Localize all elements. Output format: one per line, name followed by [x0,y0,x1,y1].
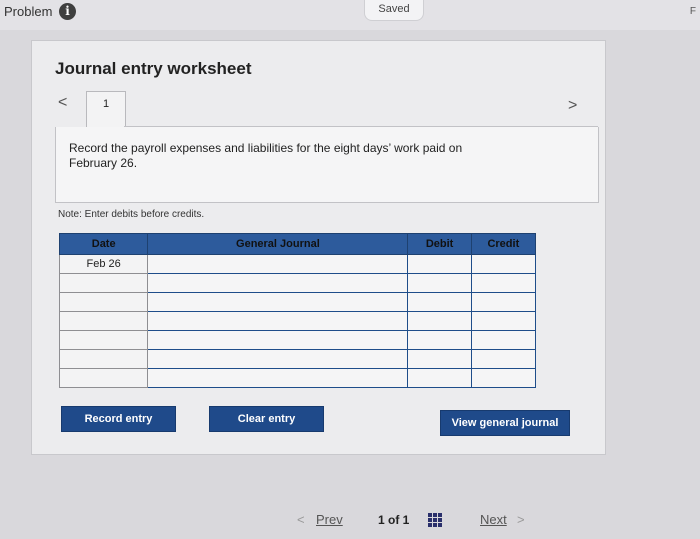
edge-glyph: F [689,6,696,17]
table-row [58,273,537,293]
prompt-text: Record the payroll expenses and liabilit… [69,141,463,170]
table-row [58,311,537,331]
credit-input[interactable] [470,311,537,331]
pagination: < Prev 1 of 1 Next > [0,508,700,534]
table-header-row: Date General Journal Debit Credit [58,233,537,255]
debit-input[interactable] [407,254,472,274]
date-cell [58,368,149,388]
account-input[interactable] [147,330,409,350]
credit-input[interactable] [470,292,537,312]
date-cell: Feb 26 [58,254,149,274]
table-row [58,330,537,350]
header-credit: Credit [470,233,537,255]
record-entry-button[interactable]: Record entry [61,406,176,432]
table-row [58,368,537,388]
clear-entry-button[interactable]: Clear entry [209,406,324,432]
date-cell [58,311,149,331]
debit-input[interactable] [407,273,472,293]
credit-input[interactable] [470,273,537,293]
worksheet-prev-arrow[interactable]: < [58,94,67,112]
date-cell [58,330,149,350]
page-count: 1 of 1 [378,513,410,527]
date-cell [58,273,149,293]
account-input[interactable] [147,368,409,388]
tab-entry-1[interactable]: 1 [86,91,126,127]
header-general-journal: General Journal [147,233,409,255]
info-icon[interactable]: i [59,3,76,20]
note-text: Note: Enter debits before credits. [58,209,205,220]
header-date: Date [58,233,149,255]
chevron-right-icon: > [517,512,525,527]
date-cell [58,292,149,312]
debit-input[interactable] [407,330,472,350]
header-debit: Debit [407,233,472,255]
view-general-journal-button[interactable]: View general journal [440,410,570,436]
date-cell [58,349,149,369]
debit-input[interactable] [407,311,472,331]
account-input[interactable] [147,349,409,369]
journal-worksheet: Journal entry worksheet < 1 > Record the… [31,40,606,455]
grid-icon[interactable] [428,513,442,527]
problem-label: Problem [4,4,53,19]
chevron-left-icon: < [297,512,305,527]
worksheet-next-arrow[interactable]: > [568,97,577,115]
next-link[interactable]: Next [480,512,507,527]
prompt-box: Record the payroll expenses and liabilit… [55,127,599,203]
credit-input[interactable] [470,368,537,388]
credit-input[interactable] [470,349,537,369]
top-bar: Problem i Saved F [0,0,700,30]
credit-input[interactable] [470,254,537,274]
account-input[interactable] [147,273,409,293]
prev-link[interactable]: Prev [316,512,343,527]
credit-input[interactable] [470,330,537,350]
saved-status: Saved [364,0,424,21]
table-row [58,292,537,312]
account-input[interactable] [147,311,409,331]
table-row: Feb 26 [58,254,537,274]
journal-table: Date General Journal Debit Credit Feb 26 [58,233,537,388]
debit-input[interactable] [407,349,472,369]
table-row [58,349,537,369]
account-input[interactable] [147,292,409,312]
debit-input[interactable] [407,292,472,312]
debit-input[interactable] [407,368,472,388]
account-input[interactable] [147,254,409,274]
page-title: Journal entry worksheet [55,59,252,78]
